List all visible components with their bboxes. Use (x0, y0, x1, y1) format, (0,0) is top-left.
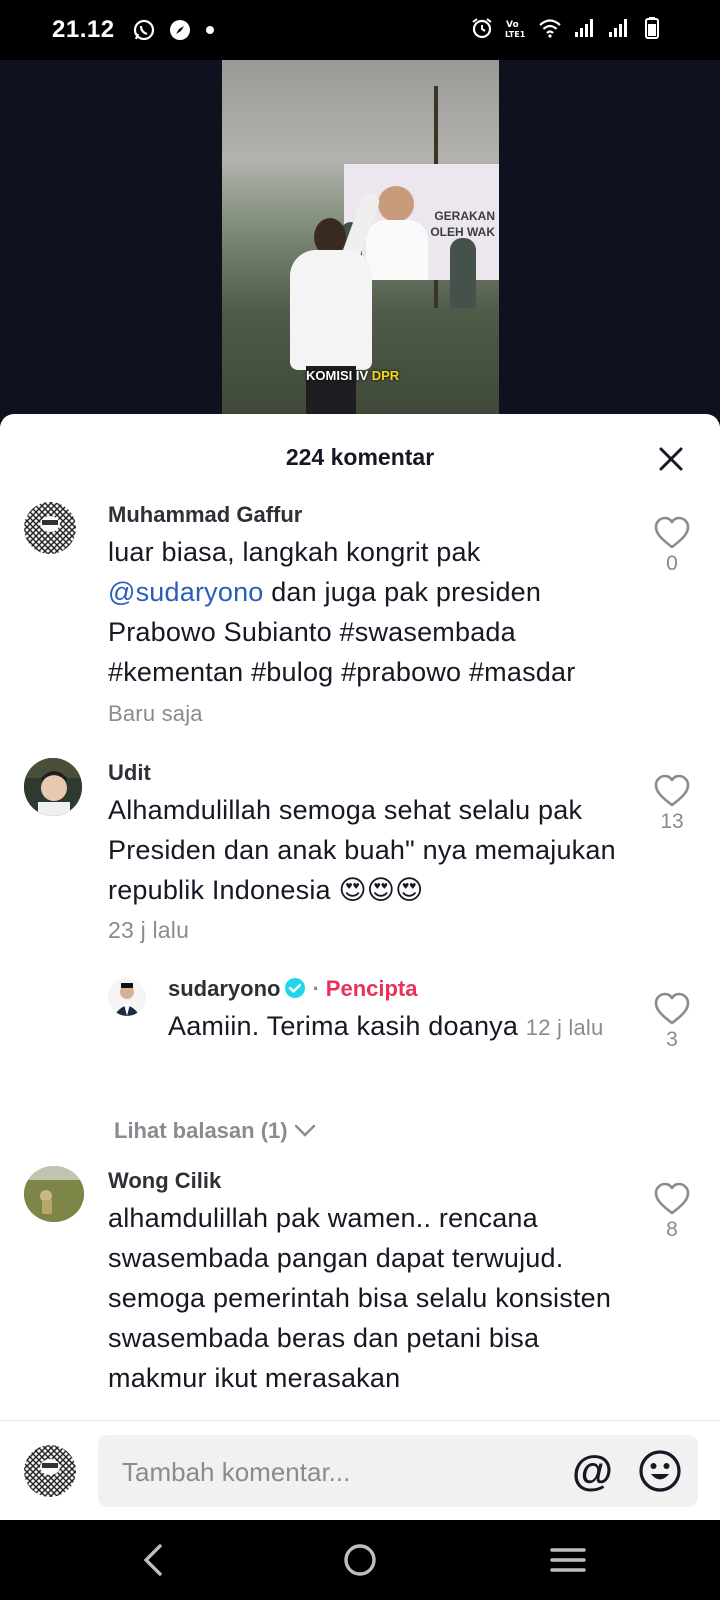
mention-button[interactable]: @ (572, 1447, 613, 1495)
like-button[interactable]: 0 (652, 516, 692, 576)
svg-text:Vo: Vo (506, 20, 519, 30)
close-icon[interactable] (656, 444, 686, 474)
video-caption: KOMISI IV DPR (306, 368, 399, 383)
view-replies-button[interactable]: Lihat balasan (1) (114, 1118, 316, 1144)
reply-text: Aamiin. Terima kasih doanya 12 j lalu (168, 1006, 608, 1048)
comment-time: 23 j lalu (108, 917, 190, 943)
reply-author[interactable]: sudaryono (168, 976, 280, 1001)
whatsapp-icon (133, 19, 155, 41)
comment-text: alhamdulillah pak wamen.. rencana swasem… (108, 1203, 612, 1393)
billboard-text: GERAKAN OLEH WAK (430, 209, 495, 239)
heart-icon (654, 774, 690, 807)
reply-text-part: Aamiin. Terima kasih doanya (168, 1011, 526, 1041)
comment-author[interactable]: Udit (108, 760, 151, 786)
signal-icon (575, 19, 593, 37)
heart-icon (654, 992, 690, 1025)
compass-icon (170, 20, 190, 40)
comment-author[interactable]: Wong Cilik (108, 1168, 221, 1194)
notification-dot (206, 26, 214, 34)
separator: · (312, 976, 320, 1001)
like-count: 13 (660, 810, 684, 833)
comment-time: Baru saja (108, 701, 203, 726)
comment-input-bar: Tambah komentar... @ (0, 1420, 720, 1520)
comments-count-title: 224 komentar (285, 444, 435, 470)
video-player[interactable]: GERAKAN OLEH WAK KOMISI IV DPR (0, 60, 720, 420)
comment-text: Alhamdulillah semoga sehat selalu pak Pr… (108, 795, 616, 905)
creator-badge: Pencipta (325, 976, 418, 1001)
like-count: 0 (666, 552, 678, 575)
svg-text:LTE1: LTE1 (505, 30, 526, 39)
billboard-figure (366, 220, 428, 280)
clock: 21.12 (52, 16, 115, 43)
wifi-icon (539, 19, 561, 38)
signal-icon (609, 19, 627, 37)
back-icon[interactable] (134, 1540, 174, 1580)
chevron-down-icon (294, 1124, 315, 1137)
home-icon[interactable] (340, 1540, 380, 1580)
avatar[interactable] (24, 758, 82, 816)
caption-text: KOMISI IV (306, 368, 372, 383)
heart-icon (654, 1182, 690, 1215)
alarm-icon (472, 18, 492, 39)
man-shirt (290, 250, 372, 370)
volte-icon: VoLTE1 (505, 20, 526, 39)
verified-badge-icon (285, 978, 306, 998)
reply-time: 12 j lalu (525, 1015, 604, 1040)
avatar[interactable] (108, 978, 146, 1016)
like-button[interactable]: 13 (652, 774, 692, 834)
comment-text-part: luar biasa, langkah kongrit pak (108, 537, 481, 567)
view-replies-label: Lihat balasan (1) (114, 1118, 288, 1143)
comment-input[interactable]: Tambah komentar... @ (98, 1435, 698, 1507)
like-button[interactable]: 3 (652, 992, 692, 1052)
like-button[interactable]: 8 (652, 1182, 692, 1242)
billboard-face (378, 186, 414, 222)
caption-highlight: DPR (371, 368, 400, 383)
battery-icon (645, 17, 659, 39)
system-nav-bar (0, 1520, 720, 1600)
comment-author[interactable]: Muhammad Gaffur (108, 502, 302, 528)
man-figure (282, 191, 382, 420)
reply-header: sudaryono · Pencipta (168, 976, 418, 1002)
status-bar: 21.12 Vo LTE1 (0, 0, 720, 60)
comments-sheet: 224 komentar Muhammad Gaffur luar biasa,… (0, 414, 720, 1520)
recents-icon[interactable] (548, 1540, 588, 1580)
my-avatar[interactable] (24, 1445, 76, 1497)
avatar[interactable] (24, 500, 76, 556)
avatar[interactable] (24, 1166, 84, 1222)
mention-link[interactable]: @sudaryono (108, 577, 264, 607)
farmer-figure (450, 238, 476, 308)
like-count: 8 (666, 1218, 678, 1241)
heart-icon (654, 516, 690, 549)
comment-placeholder: Tambah komentar... (122, 1457, 351, 1487)
like-count: 3 (666, 1028, 678, 1051)
emoji-icon[interactable] (638, 1449, 682, 1493)
comment-text: luar biasa, langkah kongrit pak @sudaryo… (108, 532, 618, 734)
video-thumbnail[interactable]: GERAKAN OLEH WAK KOMISI IV DPR (222, 60, 499, 420)
